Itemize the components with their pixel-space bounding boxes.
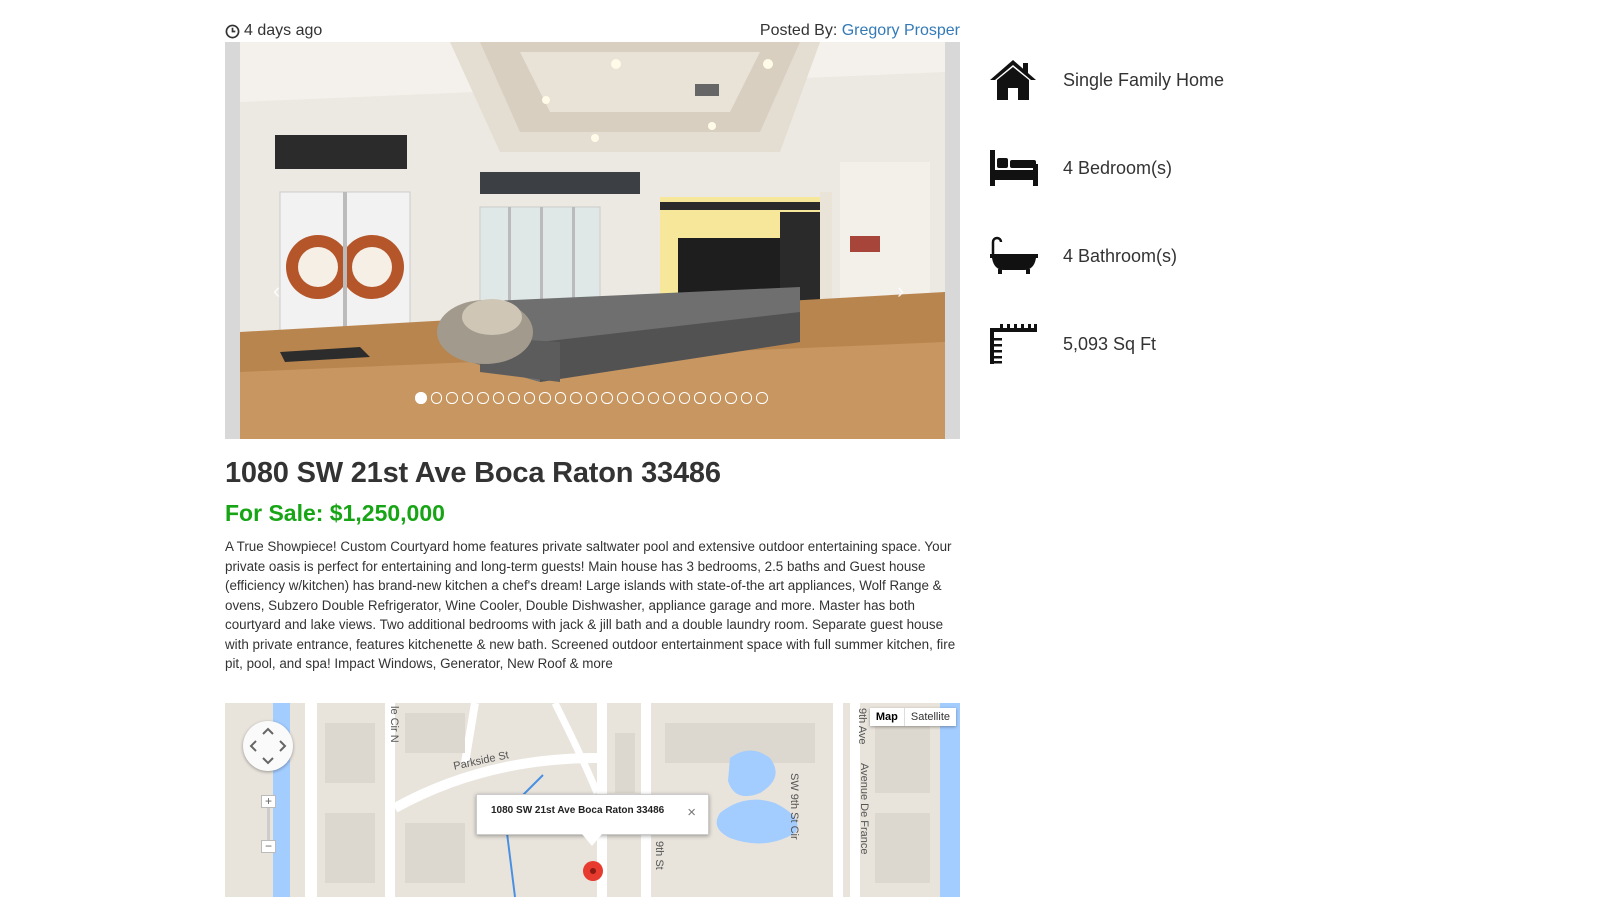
map-zoom-slider[interactable]: [267, 808, 270, 840]
gallery-dot[interactable]: [616, 392, 628, 404]
ruler-icon: [988, 320, 1040, 368]
pan-arrows-icon: [249, 727, 287, 765]
gallery-dot[interactable]: [694, 392, 706, 404]
posted-by: Posted By: Gregory Prosper: [760, 22, 960, 40]
gallery-dot[interactable]: [477, 392, 489, 404]
feature-label: 5,093 Sq Ft: [1063, 333, 1157, 354]
gallery-dot[interactable]: [601, 392, 613, 404]
map-info-window: 1080 SW 21st Ave Boca Raton 33486 ×: [476, 794, 709, 846]
gallery-dot[interactable]: [570, 392, 582, 404]
gallery-dot[interactable]: [632, 392, 644, 404]
map-type-map-button[interactable]: Map: [870, 708, 905, 726]
map-zoom-out-button[interactable]: −: [261, 840, 276, 853]
house-icon: [988, 56, 1040, 104]
gallery-dot[interactable]: [446, 392, 458, 404]
agent-link[interactable]: Gregory Prosper: [842, 22, 960, 39]
gallery-dot[interactable]: [678, 392, 690, 404]
gallery-dot[interactable]: [647, 392, 659, 404]
feature-bathrooms: 4 Bathroom(s): [988, 232, 1177, 280]
gallery-dot[interactable]: [554, 392, 566, 404]
street-label: 9th Ave: [856, 708, 868, 745]
feature-label: 4 Bathroom(s): [1063, 245, 1178, 266]
gallery-dot[interactable]: [415, 392, 427, 404]
living-room-photo: [240, 42, 945, 439]
gallery-next-arrow[interactable]: ›: [897, 278, 904, 304]
bed-icon: [988, 144, 1040, 192]
listing-description: A True Showpiece! Custom Courtyard home …: [225, 539, 956, 671]
gallery-dot[interactable]: [461, 392, 473, 404]
gallery-dot[interactable]: [430, 392, 442, 404]
street-label: 9th St: [653, 841, 665, 870]
listing-meta: 4 days ago Posted By: Gregory Prosper: [225, 20, 960, 42]
bathtub-icon: [988, 232, 1040, 280]
gallery-dot[interactable]: [725, 392, 737, 404]
listing-price: For Sale: $1,250,000: [225, 500, 445, 526]
info-window-tail: [582, 834, 602, 846]
gallery-dot[interactable]: [663, 392, 675, 404]
gallery-dot[interactable]: [740, 392, 752, 404]
street-label: le Cir N: [388, 706, 400, 743]
posted-by-label: Posted By:: [759, 22, 838, 39]
gallery-dot[interactable]: [508, 392, 520, 404]
gallery-dot[interactable]: [539, 392, 551, 404]
gallery-dot[interactable]: [523, 392, 535, 404]
info-window-close-icon[interactable]: ×: [687, 804, 696, 821]
feature-bedrooms: 4 Bedroom(s): [988, 144, 1172, 192]
feature-label: Single Family Home: [1063, 69, 1225, 90]
posted-time: 4 days ago: [225, 22, 322, 40]
listing-address: 1080 SW 21st Ave Boca Raton 33486: [225, 457, 721, 489]
clock-icon: [225, 24, 240, 38]
map-pan-control[interactable]: [243, 721, 293, 771]
feature-label: 4 Bedroom(s): [1063, 157, 1173, 178]
info-window-address: 1080 SW 21st Ave Boca Raton 33486: [491, 805, 665, 816]
map-type-control: Map Satellite: [869, 708, 956, 726]
map-zoom-in-button[interactable]: +: [261, 795, 276, 808]
gallery-dot[interactable]: [756, 392, 768, 404]
photo-gallery[interactable]: ‹ ›: [225, 42, 960, 439]
street-label: SW 9th St Cir: [788, 773, 800, 840]
feature-area: 5,093 Sq Ft: [988, 320, 1156, 368]
gallery-pagination: [415, 392, 768, 404]
feature-property-type: Single Family Home: [988, 56, 1224, 104]
gallery-prev-arrow[interactable]: ‹: [273, 278, 280, 304]
posted-ago-text: 4 days ago: [244, 22, 323, 39]
gallery-dot[interactable]: [709, 392, 721, 404]
location-map[interactable]: Parkside St SW 9th St Cir Avenue De Fran…: [225, 703, 960, 897]
street-label: Avenue De France: [858, 763, 870, 855]
gallery-dot[interactable]: [585, 392, 597, 404]
gallery-dot[interactable]: [492, 392, 504, 404]
listing-photo: [240, 42, 945, 439]
map-type-satellite-button[interactable]: Satellite: [905, 708, 956, 726]
